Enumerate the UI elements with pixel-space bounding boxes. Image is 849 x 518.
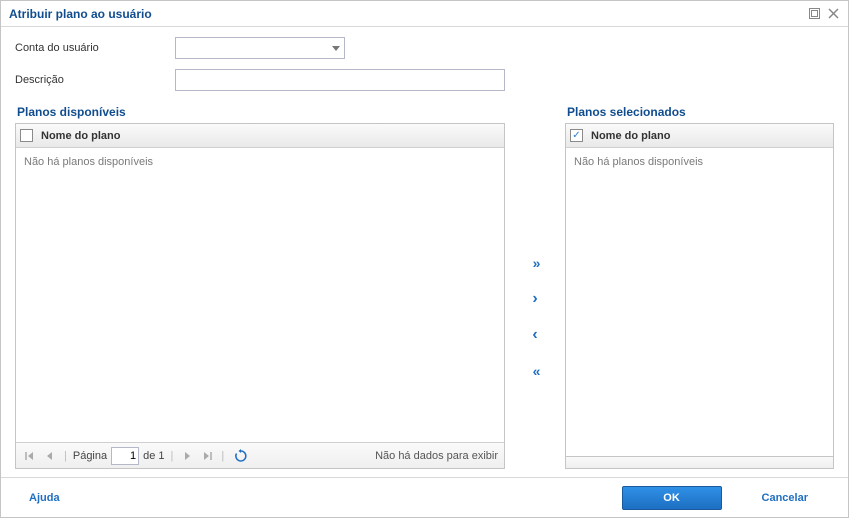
available-plans-grid: Nome do plano Não há planos disponíveis … [15, 123, 505, 469]
available-grid-body: Não há planos disponíveis [16, 148, 504, 442]
close-icon[interactable] [827, 7, 840, 20]
move-right-button[interactable]: › [524, 288, 546, 310]
description-input[interactable] [175, 69, 505, 91]
selected-plans-panel: Planos selecionados Nome do plano Não há… [565, 105, 834, 469]
selected-empty-text: Não há planos disponíveis [574, 156, 703, 168]
selected-grid-header: Nome do plano [566, 124, 833, 148]
assign-plan-dialog: Atribuir plano ao usuário Conta do usuár… [0, 0, 849, 518]
pager-page-label: Página [73, 450, 107, 462]
available-column-name: Nome do plano [41, 130, 120, 142]
select-all-selected-checkbox[interactable] [570, 129, 583, 142]
available-grid-pager: | Página de 1 | | Não há dados par [16, 442, 504, 468]
pager-next-icon[interactable] [179, 448, 195, 464]
description-row: Descrição [15, 69, 834, 91]
selected-plans-grid: Nome do plano Não há planos disponíveis [565, 123, 834, 457]
move-all-left-button[interactable]: « [524, 360, 546, 382]
pager-first-icon[interactable] [22, 448, 38, 464]
pager-sep3: | [221, 450, 224, 462]
lists-area: Planos disponíveis Nome do plano Não há … [1, 105, 848, 477]
pager-last-icon[interactable] [199, 448, 215, 464]
account-row: Conta do usuário [15, 37, 834, 59]
cancel-button[interactable]: Cancelar [742, 488, 828, 508]
ok-button[interactable]: OK [622, 486, 722, 510]
move-left-button[interactable]: ‹ [524, 324, 546, 346]
dialog-header: Atribuir plano ao usuário [1, 1, 848, 27]
chevron-down-icon [332, 46, 340, 51]
pager-sep: | [64, 450, 67, 462]
pager-refresh-icon[interactable] [234, 449, 248, 463]
dialog-header-icons [808, 7, 840, 20]
account-label: Conta do usuário [15, 42, 175, 54]
selected-plans-title: Planos selecionados [565, 105, 834, 119]
selected-column-name: Nome do plano [591, 130, 670, 142]
move-all-right-button[interactable]: » [524, 252, 546, 274]
dialog-footer: Ajuda OK Cancelar [1, 477, 848, 517]
dialog-title: Atribuir plano ao usuário [9, 7, 152, 21]
maximize-icon[interactable] [808, 7, 821, 20]
selected-grid-body: Não há planos disponíveis [566, 148, 833, 456]
help-button[interactable]: Ajuda [21, 488, 68, 508]
select-all-available-checkbox[interactable] [20, 129, 33, 142]
pager-prev-icon[interactable] [42, 448, 58, 464]
form-area: Conta do usuário Descrição [1, 27, 848, 105]
available-grid-header: Nome do plano [16, 124, 504, 148]
transfer-buttons: » › ‹ « [505, 105, 565, 469]
pager-page-input[interactable] [111, 447, 139, 465]
pager-sep2: | [171, 450, 174, 462]
available-plans-title: Planos disponíveis [15, 105, 505, 119]
available-plans-panel: Planos disponíveis Nome do plano Não há … [15, 105, 505, 469]
description-label: Descrição [15, 74, 175, 86]
available-empty-text: Não há planos disponíveis [24, 156, 153, 168]
account-combo[interactable] [175, 37, 345, 59]
selected-grid-footer [565, 457, 834, 469]
pager-total-label: de 1 [143, 450, 164, 462]
pager-status: Não há dados para exibir [375, 450, 498, 462]
